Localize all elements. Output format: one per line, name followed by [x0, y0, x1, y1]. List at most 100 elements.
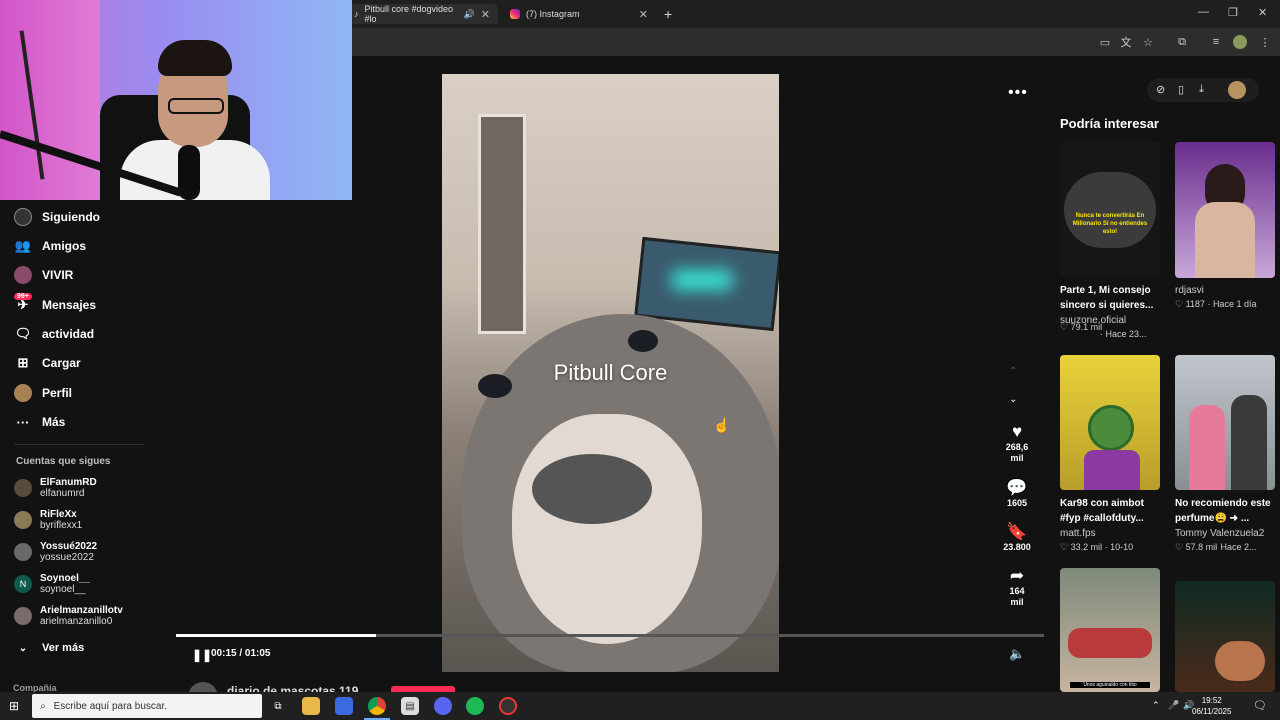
- date-value: 10-10: [1110, 542, 1134, 552]
- webcam-person-glasses: [168, 98, 224, 114]
- close-tab-icon[interactable]: ✕: [639, 8, 648, 21]
- followed-account[interactable]: ElFanumRD elfanumrd: [14, 477, 97, 499]
- suggested-video-title[interactable]: No recomiendo este perfume😩 ➜ ...: [1175, 496, 1275, 526]
- share-count-unit: mil: [1010, 597, 1024, 607]
- video-frame-glow: [672, 270, 732, 290]
- mobile-icon[interactable]: ▯: [1178, 83, 1184, 96]
- mouse-cursor-icon: ☝: [713, 417, 731, 433]
- new-tab-button[interactable]: +: [660, 4, 682, 24]
- notifications-icon[interactable]: 🗨: [1253, 699, 1267, 712]
- sidebar-item-profile[interactable]: Perfil: [14, 381, 72, 405]
- tray-chevron-icon[interactable]: ⌃: [1152, 700, 1160, 711]
- pause-icon[interactable]: ❚❚: [192, 648, 212, 662]
- suggested-video-thumb[interactable]: [1175, 142, 1275, 278]
- browser-menu-icon[interactable]: ⋮: [1257, 34, 1273, 50]
- tab-audio-icon[interactable]: 🔊: [464, 9, 475, 20]
- see-more-button[interactable]: ⌄ Ver más: [14, 636, 84, 660]
- avatar: N: [14, 575, 32, 593]
- suggested-video-thumb[interactable]: Unos aguinaldo con titio: [1060, 568, 1160, 692]
- suggested-video-title[interactable]: Parte 1, Mi consejo sincero si quieres..…: [1060, 283, 1160, 313]
- likes-value: 33.2 mil: [1070, 542, 1103, 552]
- suggested-video-author[interactable]: Tommy Valenzuela2: [1175, 528, 1264, 539]
- close-window-icon[interactable]: ✕: [1258, 6, 1267, 19]
- sidebar-item-activity[interactable]: 🗨 actividad: [14, 322, 94, 346]
- suggested-video-date: · Hace 2...: [1215, 542, 1257, 552]
- more-options-icon[interactable]: •••: [1008, 84, 1028, 102]
- taskbar-search[interactable]: ⌕ Escribe aquí para buscar.: [32, 694, 262, 718]
- video-player[interactable]: Pitbull Core: [442, 74, 779, 672]
- file-explorer-icon[interactable]: [302, 697, 320, 715]
- followed-account[interactable]: RiFleXx byriflexx1: [14, 509, 82, 531]
- cast-icon[interactable]: ▭: [1097, 34, 1113, 50]
- sidebar-item-label: Amigos: [42, 239, 87, 253]
- system-clock[interactable]: 19:52 06/11/2025: [1192, 695, 1231, 717]
- extensions-icon[interactable]: ⧉: [1174, 34, 1190, 50]
- following-accounts-title: Cuentas que sigues: [16, 456, 111, 467]
- suggested-video-likes: ♡ 33.2 mil · 10-10: [1060, 542, 1134, 552]
- suggested-video-thumb[interactable]: [1175, 355, 1275, 490]
- account-handle: byriflexx1: [40, 520, 83, 531]
- media-control-icon[interactable]: ≡: [1208, 34, 1224, 50]
- task-view-icon[interactable]: ⧉: [269, 697, 287, 715]
- followed-account[interactable]: Arielmanzanillotv arielmanzanillo0: [14, 605, 123, 627]
- translate-icon[interactable]: 文: [1118, 34, 1134, 50]
- upload-icon: ⊞: [17, 355, 29, 370]
- tab-label: (7) Instagram: [526, 9, 580, 19]
- account-handle: yossue2022: [40, 552, 94, 563]
- webcam-person-hair: [158, 40, 232, 76]
- share-icon: ➦: [1009, 566, 1025, 585]
- tab-instagram[interactable]: (7) Instagram ✕: [502, 4, 656, 24]
- store-icon[interactable]: [335, 697, 353, 715]
- sidebar-item-label: Mensajes: [42, 298, 97, 312]
- suggested-video-author[interactable]: rdjasvi: [1175, 285, 1204, 296]
- save-button[interactable]: 🔖 23.800: [997, 522, 1037, 553]
- next-video-icon[interactable]: ⌄: [1009, 394, 1017, 405]
- profile-icon: [14, 384, 32, 402]
- coins-icon[interactable]: ⊘: [1156, 83, 1165, 96]
- share-button[interactable]: ➦ 164 mil: [997, 566, 1037, 608]
- video-frame-dog-nose: [532, 454, 652, 524]
- minimize-icon[interactable]: —: [1198, 6, 1209, 18]
- previous-video-icon[interactable]: ⌃: [1009, 366, 1017, 377]
- tab-tiktok[interactable]: ♪ Pitbull core #dogvideo #lo 🔊 ✕: [346, 4, 498, 24]
- suggested-video-thumb[interactable]: Nunca te convertirás En Millonario Si no…: [1060, 142, 1160, 276]
- volume-icon[interactable]: 🔈: [1009, 646, 1025, 662]
- comment-icon: 💬: [1006, 478, 1028, 497]
- suggested-video-thumb[interactable]: [1175, 581, 1275, 692]
- video-frame-dog-snout: [512, 414, 702, 644]
- user-avatar[interactable]: [1228, 81, 1246, 99]
- sidebar-item-upload[interactable]: ⊞ Cargar: [14, 351, 81, 375]
- discord-icon[interactable]: [434, 697, 452, 715]
- sidebar-item-more[interactable]: ··· Más: [14, 410, 66, 434]
- sidebar-item-live[interactable]: VIVIR: [14, 263, 73, 287]
- bookmark-star-icon[interactable]: ☆: [1140, 34, 1156, 50]
- video-frame-door: [478, 114, 526, 334]
- see-more-label: Ver más: [42, 642, 85, 654]
- suggested-video-title[interactable]: Kar98 con aimbot #fyp #callofduty...: [1060, 496, 1160, 526]
- microphone-icon[interactable]: 🎤: [1168, 700, 1179, 711]
- sidebar-divider: [14, 444, 144, 445]
- suggestions-title: Podría interesar: [1060, 116, 1159, 131]
- sidebar-item-friends[interactable]: 👥 Amigos: [14, 234, 86, 258]
- suggested-video-thumb[interactable]: [1060, 355, 1160, 490]
- account-name: RiFleXx: [40, 509, 77, 520]
- followed-account[interactable]: Yossué2022 yossue2022: [14, 541, 97, 563]
- save-count: 23.800: [1003, 542, 1031, 552]
- followed-account[interactable]: N Soynoel__ soynoel__: [14, 573, 90, 595]
- spotify-icon[interactable]: [466, 697, 484, 715]
- profile-avatar-icon[interactable]: [1232, 34, 1248, 50]
- download-icon[interactable]: ⤓: [1199, 83, 1204, 96]
- obs-icon[interactable]: [499, 697, 517, 715]
- restore-icon[interactable]: ❐: [1228, 6, 1238, 19]
- more-icon: ···: [16, 414, 30, 430]
- messages-badge: 99+: [14, 293, 32, 300]
- like-button[interactable]: ♥ 268,6 mil: [997, 422, 1037, 464]
- clock-date: 06/11/2025: [1192, 707, 1232, 716]
- close-tab-icon[interactable]: ✕: [481, 8, 490, 21]
- comment-button[interactable]: 💬 1605: [997, 478, 1037, 509]
- chrome-icon[interactable]: [368, 697, 386, 715]
- notes-app-icon[interactable]: ▤: [401, 697, 419, 715]
- windows-start-icon[interactable]: ⊞: [9, 699, 19, 713]
- suggested-video-author[interactable]: matt.fps: [1060, 528, 1096, 539]
- sidebar-item-following[interactable]: Siguiendo: [14, 205, 100, 229]
